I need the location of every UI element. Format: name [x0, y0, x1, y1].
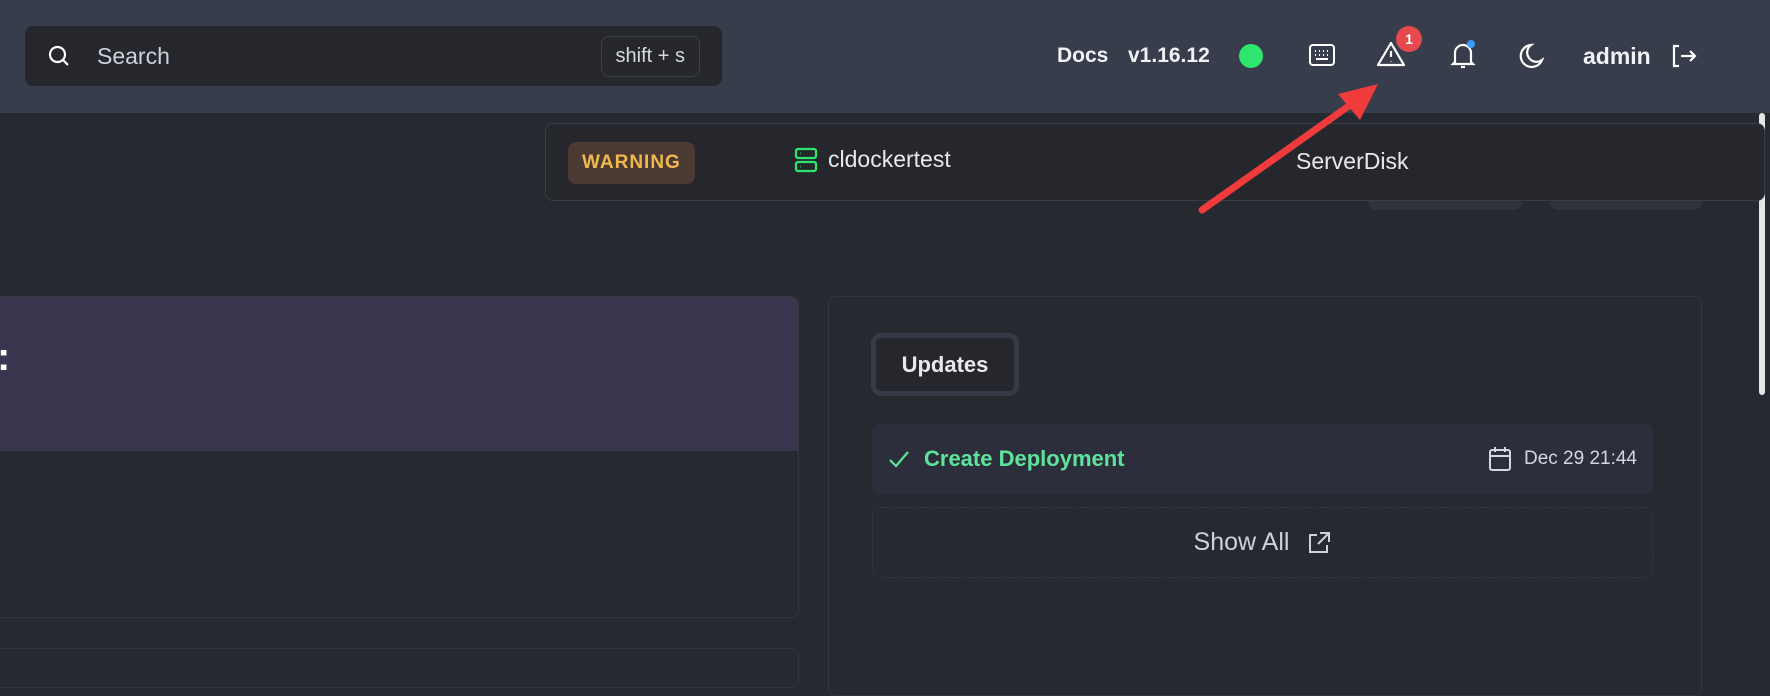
status-indicator-icon [1239, 44, 1263, 68]
alert-type: ServerDisk [1296, 148, 1409, 174]
card-title-fragment: : [0, 335, 10, 380]
keyboard-shortcuts-button[interactable] [1308, 42, 1336, 68]
severity-badge: WARNING [568, 142, 695, 184]
bell-icon [1450, 40, 1476, 69]
moon-icon [1519, 43, 1545, 69]
keyboard-icon [1309, 44, 1335, 66]
search-icon [48, 45, 69, 66]
calendar-icon [1488, 447, 1511, 471]
server-icon [794, 147, 818, 172]
server-name: cldockertest [828, 146, 951, 172]
docs-link[interactable]: Docs [1057, 44, 1108, 68]
tab-updates[interactable]: Updates [871, 333, 1019, 396]
updates-card: Updates Create Deployment Dec 29 21:44 S… [828, 296, 1702, 696]
logout-icon [1672, 44, 1697, 68]
alerts-count-badge: 1 [1396, 26, 1422, 52]
server-card: : [0, 296, 799, 618]
user-name[interactable]: admin [1583, 43, 1651, 70]
alert-server-link[interactable]: cldockertest [794, 146, 951, 173]
logout-button[interactable] [1670, 42, 1698, 70]
check-icon [889, 451, 909, 468]
update-time: Dec 29 21:44 [1523, 448, 1637, 469]
external-link-icon [1309, 531, 1331, 553]
search-placeholder: Search [97, 42, 170, 69]
theme-toggle-button[interactable] [1519, 42, 1545, 70]
version-label: v1.16.12 [1128, 44, 1210, 67]
notifications-button[interactable] [1448, 38, 1478, 72]
alert-popup-row[interactable]: WARNING cldockertest ServerDisk [545, 123, 1765, 201]
show-all-button[interactable]: Show All [872, 507, 1653, 578]
search-bar[interactable]: Search shift + s [25, 26, 722, 86]
show-all-label: Show All [1193, 528, 1290, 556]
update-item[interactable]: Create Deployment Dec 29 21:44 [872, 424, 1653, 494]
search-shortcut: shift + s [600, 35, 700, 77]
update-title: Create Deployment [924, 446, 1125, 471]
secondary-card [0, 648, 799, 688]
top-bar: Search shift + s Docs v1.16.12 1 admin [0, 0, 1770, 113]
server-card-header: : [0, 297, 798, 451]
